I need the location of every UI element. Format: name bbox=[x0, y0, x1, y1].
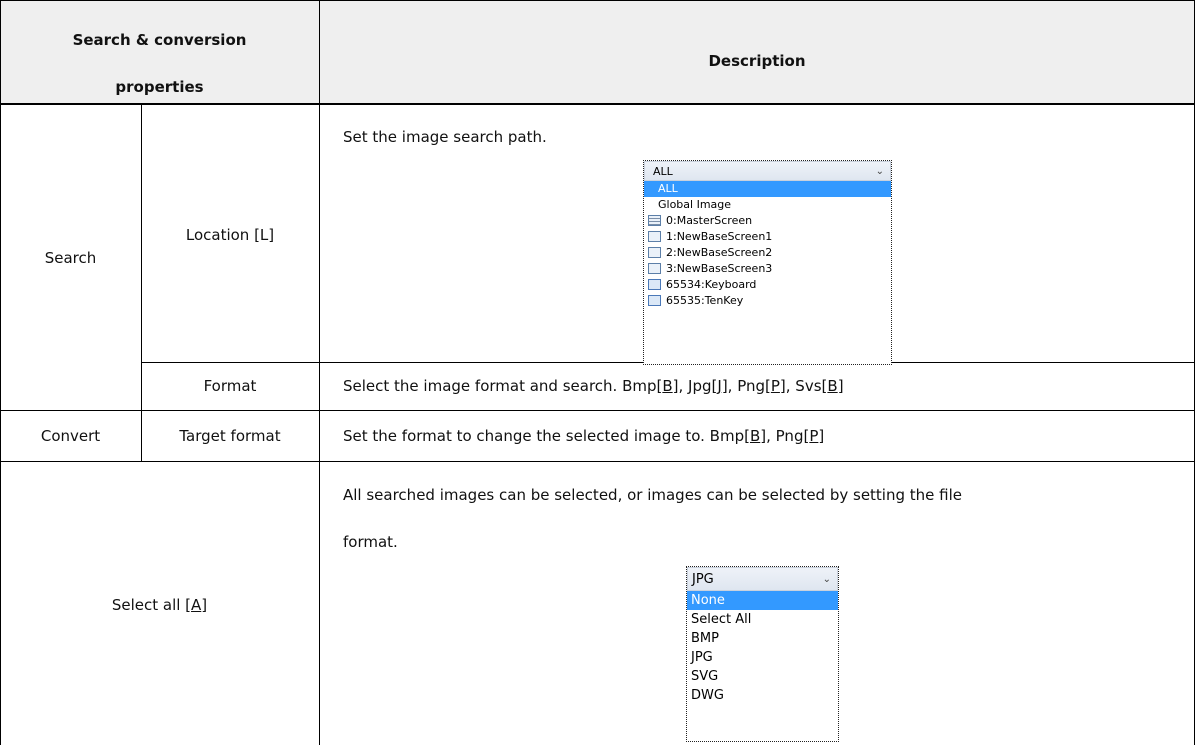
location-dropdown-selected[interactable]: ALL ⌄ bbox=[644, 161, 891, 181]
document-icon bbox=[648, 215, 661, 226]
divider-header bbox=[0, 103, 1195, 105]
table-border-top bbox=[0, 0, 1195, 1]
select-all-option[interactable]: None bbox=[687, 591, 838, 610]
select-all-option[interactable]: DWG bbox=[687, 686, 838, 705]
row-target-format-label: Target format bbox=[179, 427, 281, 445]
window-icon bbox=[648, 231, 661, 242]
divider-search-convert bbox=[0, 410, 1195, 411]
select-all-dropdown[interactable]: JPG ⌄ None Select All BMP JPG SVG DWG bbox=[686, 566, 839, 742]
row-select-all-description-line2: format. bbox=[343, 533, 398, 551]
chevron-down-icon[interactable]: ⌄ bbox=[876, 162, 884, 182]
location-option[interactable]: 1:NewBaseScreen1 bbox=[644, 229, 891, 245]
location-option[interactable]: ALL bbox=[644, 181, 891, 197]
chevron-down-icon[interactable]: ⌄ bbox=[823, 568, 831, 592]
row-format-label: Format bbox=[203, 377, 257, 395]
divider-convert-selectall bbox=[0, 461, 1195, 462]
select-all-selected-text: JPG bbox=[692, 572, 714, 587]
location-option[interactable]: 2:NewBaseScreen2 bbox=[644, 245, 891, 261]
location-dropdown[interactable]: ALL ⌄ ALL Global Image 0:MasterScreen 1:… bbox=[643, 160, 892, 365]
header-col2: Description bbox=[708, 52, 806, 70]
keyboard-window-icon bbox=[648, 279, 661, 290]
location-option[interactable]: Global Image bbox=[644, 197, 891, 213]
select-all-option[interactable]: BMP bbox=[687, 629, 838, 648]
row-convert-label: Convert bbox=[40, 427, 101, 445]
select-all-option[interactable]: SVG bbox=[687, 667, 838, 686]
table-border-left bbox=[0, 0, 1, 745]
row-location-description: Set the image search path. bbox=[343, 128, 547, 146]
row-select-all-label: Select all [A] bbox=[111, 596, 208, 614]
row-search-label: Search bbox=[44, 249, 97, 267]
select-all-option[interactable]: JPG bbox=[687, 648, 838, 667]
window-icon bbox=[648, 247, 661, 258]
location-option[interactable]: 65534:Keyboard bbox=[644, 277, 891, 293]
header-col1-line2: properties bbox=[115, 78, 204, 96]
row-location-label: Location [L] bbox=[185, 226, 275, 244]
location-option[interactable]: 65535:TenKey bbox=[644, 293, 891, 309]
window-icon bbox=[648, 263, 661, 274]
divider-col-sub bbox=[141, 104, 142, 462]
row-format-description: Select the image format and search. Bmp[… bbox=[343, 377, 844, 395]
row-target-format-description: Set the format to change the selected im… bbox=[343, 427, 825, 445]
row-select-all-description-line1: All searched images can be selected, or … bbox=[343, 486, 962, 504]
location-option[interactable]: 3:NewBaseScreen3 bbox=[644, 261, 891, 277]
location-selected-text: ALL bbox=[653, 165, 673, 178]
select-all-dropdown-selected[interactable]: JPG ⌄ bbox=[687, 567, 838, 591]
divider-col-desc bbox=[319, 0, 320, 745]
keypad-window-icon bbox=[648, 295, 661, 306]
location-option[interactable]: 0:MasterScreen bbox=[644, 213, 891, 229]
select-all-option[interactable]: Select All bbox=[687, 610, 838, 629]
header-col1-line1: Search & conversion bbox=[72, 31, 247, 49]
